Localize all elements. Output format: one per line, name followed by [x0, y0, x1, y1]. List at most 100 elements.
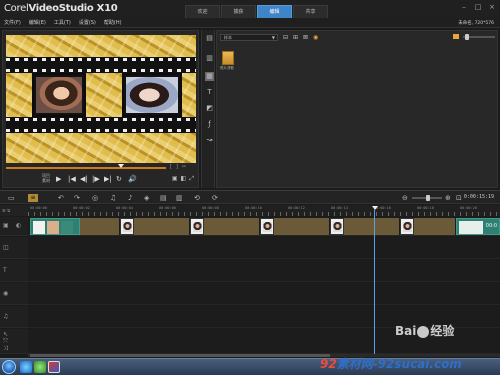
preview-window[interactable]	[6, 35, 196, 163]
transition-clip[interactable]	[80, 218, 120, 235]
slider-knob[interactable]	[465, 34, 469, 40]
voice-track-header[interactable]: ◉	[0, 283, 28, 305]
home-button[interactable]: |◀	[68, 175, 76, 183]
media-icon[interactable]: ▤	[205, 34, 214, 43]
playhead-handle[interactable]	[372, 206, 378, 210]
menu-settings[interactable]: 设置(S)	[79, 19, 96, 26]
import-icon[interactable]: ⊞	[293, 34, 298, 41]
scrub-handle[interactable]	[118, 164, 124, 168]
apply-all-icon[interactable]: ⊠	[303, 34, 308, 41]
auto-music-icon[interactable]: ♪	[128, 194, 132, 202]
tab-welcome[interactable]: 欢迎	[185, 5, 220, 18]
transition-thumbnail[interactable]	[222, 51, 234, 65]
video-track-header[interactable]: ▣ ◐	[0, 217, 28, 236]
zoom-out-icon[interactable]: ⊖	[402, 194, 408, 202]
title-bar: CorelVideoStudio X10 欢迎 捕获 编辑 共享 – □ ×	[0, 0, 500, 18]
previous-frame-button[interactable]: ◀|	[80, 175, 88, 183]
track-manager[interactable]: ☰ ⇅	[0, 205, 28, 216]
overlay-track-header[interactable]: ◫	[0, 237, 28, 259]
baidu-watermark-text: 经验	[430, 324, 455, 338]
mask-creator-icon[interactable]: ⟳	[212, 194, 218, 202]
timeline-view-icon[interactable]: ≡	[28, 194, 38, 202]
storyboard-view-icon[interactable]: ▭	[8, 194, 15, 202]
timeline-ruler[interactable]: 00:00:00 00:00:02 00:00:04 00:00:06 00:0…	[28, 205, 500, 216]
scrub-track[interactable]	[6, 167, 166, 169]
repeat-button[interactable]: ↻	[116, 175, 122, 183]
menu-help[interactable]: 帮助(H)	[104, 19, 122, 26]
photo-clip[interactable]	[260, 218, 274, 235]
start-clip[interactable]	[30, 218, 80, 235]
voice-track[interactable]	[28, 283, 500, 305]
menu-file[interactable]: 文件(F)	[4, 19, 21, 26]
photo-clip[interactable]	[120, 218, 134, 235]
scrubber[interactable]: [ ] ✂	[6, 164, 196, 170]
slider-knob[interactable]	[426, 195, 430, 201]
mode-clip[interactable]: 素材	[42, 178, 50, 183]
film-holes	[6, 69, 196, 72]
title-icon[interactable]: T	[205, 88, 214, 97]
mark-out-icon[interactable]: ]	[176, 164, 178, 170]
browser-icon[interactable]	[20, 361, 32, 373]
record-capture-icon[interactable]: ◎	[92, 194, 98, 202]
menu-edit[interactable]: 编辑(E)	[29, 19, 46, 26]
lock-icon[interactable]: ↖	[3, 331, 8, 338]
start-button[interactable]	[2, 360, 16, 374]
end-button[interactable]: ▶|	[104, 175, 112, 183]
snapshot-icon[interactable]: ◧	[181, 175, 187, 183]
time-remapping-icon[interactable]: ⟲	[194, 194, 200, 202]
instant-project-icon[interactable]: ▥	[205, 54, 214, 63]
chat-app-icon[interactable]	[34, 361, 46, 373]
aspect-ratio-icon[interactable]: ▣	[172, 175, 178, 183]
transition-clip[interactable]	[274, 218, 330, 235]
transition-clip[interactable]	[344, 218, 400, 235]
filter-icon[interactable]: ƒ	[205, 120, 214, 129]
transition-clip[interactable]	[204, 218, 260, 235]
transition-clip[interactable]	[134, 218, 190, 235]
redo-icon[interactable]: ↷	[74, 194, 80, 202]
subtitle-editor-icon[interactable]: ▤	[160, 194, 167, 202]
minimize-button[interactable]: –	[460, 3, 468, 11]
next-frame-button[interactable]: |▶	[92, 175, 100, 183]
zoom-in-icon[interactable]: ⊕	[445, 194, 451, 202]
volume-button[interactable]: 🔊	[128, 175, 137, 183]
sound-mixer-icon[interactable]: ♫	[110, 194, 116, 202]
maximize-button[interactable]: □	[474, 3, 482, 11]
library-folder-select[interactable]: 样本 ▼	[220, 34, 278, 41]
motion-tracking-icon[interactable]: ◈	[144, 194, 149, 202]
scrollbar-thumb[interactable]	[30, 354, 330, 357]
timeline-timecode: 0:00:15:19	[463, 194, 494, 200]
play-button[interactable]: ▶	[56, 175, 61, 183]
photo-clip[interactable]	[330, 218, 344, 235]
undo-icon[interactable]: ↶	[58, 194, 64, 202]
video-track[interactable]: 00:0	[28, 217, 500, 236]
transition-icon[interactable]: ▦	[205, 72, 214, 81]
timeline-zoom-slider[interactable]	[412, 195, 442, 201]
graphic-icon[interactable]: ◩	[205, 104, 214, 113]
browse-icon[interactable]: ⊟	[283, 34, 288, 41]
extra-tracks-header: ↖ ⤧ ⤨	[0, 329, 28, 354]
videostudio-taskbar-icon[interactable]	[48, 361, 60, 373]
tab-share[interactable]: 共享	[293, 5, 328, 18]
chapter-icon[interactable]: ⤨	[3, 345, 8, 353]
fit-project-icon[interactable]: ⊡	[456, 194, 462, 202]
split-icon[interactable]: ✂	[182, 164, 186, 170]
transition-clip[interactable]	[414, 218, 456, 235]
track-visibility-icon[interactable]: ◐	[16, 222, 21, 229]
title-track[interactable]	[28, 260, 500, 282]
overlay-track[interactable]	[28, 237, 500, 259]
thumbnail-size-slider[interactable]	[463, 34, 495, 40]
photo-clip[interactable]	[400, 218, 414, 235]
menu-tools[interactable]: 工具(T)	[54, 19, 71, 26]
favorite-icon[interactable]: ◉	[313, 34, 318, 41]
multi-camera-icon[interactable]: ▥	[176, 194, 183, 202]
mark-in-icon[interactable]: [	[170, 164, 172, 170]
photo-clip[interactable]	[190, 218, 204, 235]
enlarge-icon[interactable]: ⤢	[189, 175, 194, 183]
end-clip[interactable]: 00:0	[456, 218, 500, 235]
close-button[interactable]: ×	[488, 3, 496, 11]
tab-capture[interactable]: 捕获	[221, 5, 256, 18]
title-track-header[interactable]: T	[0, 260, 28, 282]
tab-edit[interactable]: 编辑	[257, 5, 292, 18]
music-track-header[interactable]: ♫	[0, 306, 28, 328]
motion-path-icon[interactable]: ↝	[205, 136, 214, 145]
